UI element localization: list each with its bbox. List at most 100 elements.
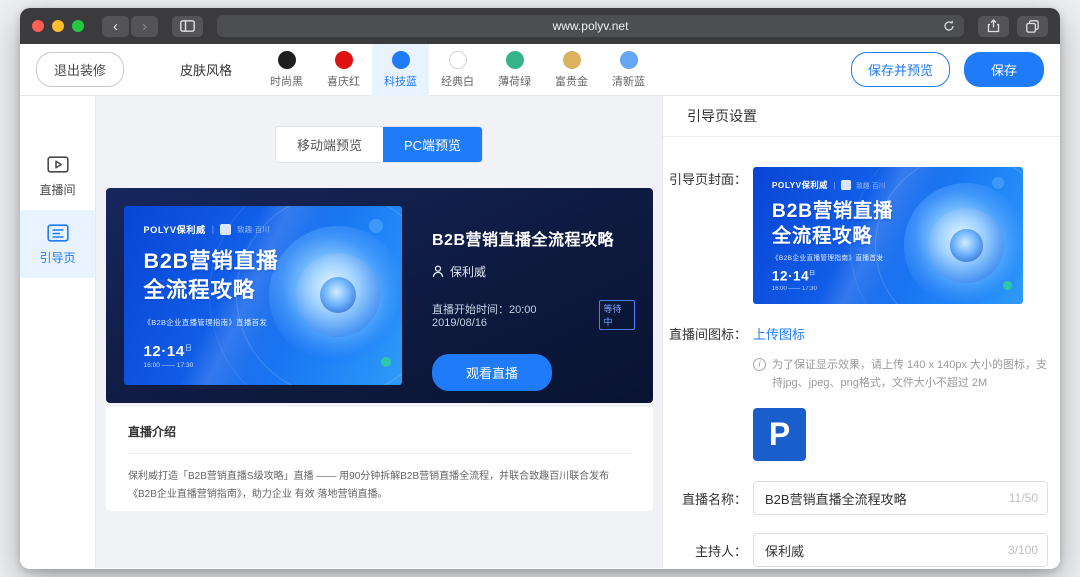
back-button[interactable]: ‹ <box>102 16 129 37</box>
skin-option-classic-white[interactable]: 经典白 <box>429 44 486 96</box>
tab-pc-preview[interactable]: PC端预览 <box>383 127 482 162</box>
banner-artwork: POLYV保利威 | 致趣·百川 B2B营销直播 全流程攻略 《B2B企业直播管… <box>124 206 402 385</box>
host-counter: 3/100 <box>1008 543 1038 557</box>
skin-option-mint-green[interactable]: 薄荷绿 <box>486 44 543 96</box>
save-and-preview-button[interactable]: 保存并预览 <box>851 52 950 87</box>
sidebar-icon <box>180 20 195 32</box>
banner-date: 12·14 <box>143 343 184 360</box>
skin-option-festive-red[interactable]: 喜庆红 <box>315 44 372 96</box>
exit-decoration-button[interactable]: 退出装修 <box>36 52 124 87</box>
skin-color-dot <box>620 51 638 69</box>
intro-heading: 直播介绍 <box>128 423 631 440</box>
host-label: 主持人： <box>663 533 753 567</box>
tabs-icon <box>1026 20 1039 33</box>
preview-area: 移动端预览 PC端预览 POLYV保利威 | <box>96 96 662 568</box>
browser-titlebar: ‹ › www.polyv.net <box>20 8 1060 44</box>
banner-schedule: 12·14日 16:00 —— 17:30 <box>143 342 193 369</box>
live-intro-card: 直播介绍 保利威打造「B2B营销直播S级攻略」直播 —— 用90分钟拆解B2B营… <box>106 407 653 511</box>
live-name-counter: 11/50 <box>1009 491 1038 505</box>
banner-dot-teal <box>381 357 391 367</box>
cover-field-row: 引导页封面： POLYV保利威 | <box>663 167 1048 304</box>
preview-mode-tabs: 移动端预览 PC端预览 <box>275 126 483 163</box>
live-room-icon <box>46 154 70 176</box>
info-icon: i <box>753 358 766 371</box>
skin-color-dot <box>335 51 353 69</box>
live-host-name: 保利威 <box>450 263 486 280</box>
banner-dot-blue <box>369 219 383 233</box>
skin-option-label: 喜庆红 <box>327 73 360 89</box>
banner-logos: POLYV保利威 | 致趣·百川 <box>772 179 885 191</box>
banner-logos: POLYV保利威 | 致趣·百川 <box>143 222 269 236</box>
partner-logo-text: 致趣·百川 <box>856 180 885 190</box>
live-name-label: 直播名称： <box>663 481 753 515</box>
tab-mobile-preview[interactable]: 移动端预览 <box>276 127 383 162</box>
forward-button[interactable]: › <box>131 16 158 37</box>
logo-separator: | <box>212 224 214 234</box>
partner-logo-icon <box>841 180 851 190</box>
skin-option-label: 科技蓝 <box>384 73 417 89</box>
titlebar-right-buttons <box>978 16 1048 37</box>
banner-time: 16:00 —— 17:30 <box>772 286 817 292</box>
banner-date-suffix: 日 <box>809 271 816 277</box>
skin-color-dot <box>278 51 296 69</box>
close-window-button[interactable] <box>32 20 44 32</box>
back-icon: ‹ <box>113 19 118 34</box>
polyv-logo: POLYV保利威 <box>143 222 205 236</box>
skin-option-tech-blue[interactable]: 科技蓝 <box>372 44 429 96</box>
room-icon-label: 直播间图标： <box>663 322 753 461</box>
skin-option-label: 经典白 <box>441 73 474 89</box>
sidebar-item-live-room[interactable]: 直播间 <box>20 142 95 210</box>
live-name-field-row: 直播名称： 11/50 <box>663 481 1048 515</box>
guide-page-icon <box>46 222 70 244</box>
skin-color-dot <box>392 51 410 69</box>
skin-style-label: 皮肤风格 <box>180 60 232 79</box>
watch-live-button[interactable]: 观看直播 <box>432 354 552 391</box>
skin-option-fresh-blue[interactable]: 清新蓝 <box>600 44 657 96</box>
upload-icon-link[interactable]: 上传图标 <box>753 322 805 343</box>
browser-window: ‹ › www.polyv.net 退出装修 皮肤风格 时尚 <box>20 8 1060 569</box>
skin-option-label: 薄荷绿 <box>498 73 531 89</box>
live-info-block: B2B营销直播全流程攻略 保利威 直播开始时间：20:00 2019/08/16… <box>402 206 635 385</box>
save-button[interactable]: 保存 <box>964 52 1044 87</box>
zoom-window-button[interactable] <box>72 20 84 32</box>
status-badge: 等待中 <box>599 300 636 330</box>
polyv-p-logo: P <box>769 416 790 453</box>
sidebar-item-label: 直播间 <box>39 181 75 198</box>
banner-subtitle: 《B2B企业直播管理指南》直播首发 <box>772 252 883 262</box>
host-field-row: 主持人： 3/100 <box>663 533 1048 567</box>
upload-hint: i 为了保证显示效果，请上传 140 x 140px 大小的图标，支持jpg、j… <box>753 356 1048 392</box>
intro-body-text: 保利威打造「B2B营销直播S级攻略」直播 —— 用90分钟拆解B2B营销直播全流… <box>128 468 631 504</box>
banner-time: 16:00 —— 17:30 <box>143 362 193 369</box>
refresh-button[interactable] <box>941 18 957 34</box>
skin-swatches: 时尚黑 喜庆红 科技蓝 经典白 薄荷绿 富贵金 <box>258 44 657 96</box>
banner-title-line1: B2B营销直播 <box>143 247 278 275</box>
guide-page-settings-panel: 引导页设置 引导页封面： POLYV保利威 <box>662 96 1060 568</box>
partner-logo-text: 致趣·百川 <box>237 224 270 235</box>
decoration-toolbar: 退出装修 皮肤风格 时尚黑 喜庆红 科技蓝 经典白 薄荷绿 <box>20 44 1060 96</box>
host-input[interactable] <box>753 533 1048 567</box>
live-start-time: 直播开始时间：20:00 2019/08/16 <box>432 301 592 329</box>
guide-page-banner-card: POLYV保利威 | 致趣·百川 B2B营销直播 全流程攻略 《B2B企业直播管… <box>106 188 653 403</box>
settings-panel-title: 引导页设置 <box>663 96 1060 137</box>
tabs-button[interactable] <box>1017 16 1048 37</box>
skin-color-dot <box>449 51 467 69</box>
logo-separator: | <box>833 181 835 190</box>
guide-cover-thumbnail[interactable]: POLYV保利威 | 致趣·百川 B2B营销直播 全流程攻略 《B2B企业直播管… <box>753 167 1023 304</box>
live-name-input[interactable] <box>753 481 1048 515</box>
skin-color-dot <box>506 51 524 69</box>
share-button[interactable] <box>978 16 1009 37</box>
skin-option-rich-gold[interactable]: 富贵金 <box>543 44 600 96</box>
divider <box>128 453 631 454</box>
room-icon-preview: P <box>753 408 806 461</box>
cover-label: 引导页封面： <box>663 167 753 304</box>
banner-title-line2: 全流程攻略 <box>143 276 278 304</box>
skin-option-fashion-black[interactable]: 时尚黑 <box>258 44 315 96</box>
banner-schedule: 12·14日 16:00 —— 17:30 <box>772 268 817 291</box>
nav-buttons: ‹ › <box>102 16 158 37</box>
sidebar-item-label: 引导页 <box>39 249 75 266</box>
person-icon <box>432 265 444 278</box>
sidebar-item-guide-page[interactable]: 引导页 <box>20 210 95 278</box>
url-bar[interactable]: www.polyv.net <box>217 15 964 37</box>
minimize-window-button[interactable] <box>52 20 64 32</box>
sidebar-toggle-button[interactable] <box>172 16 203 37</box>
